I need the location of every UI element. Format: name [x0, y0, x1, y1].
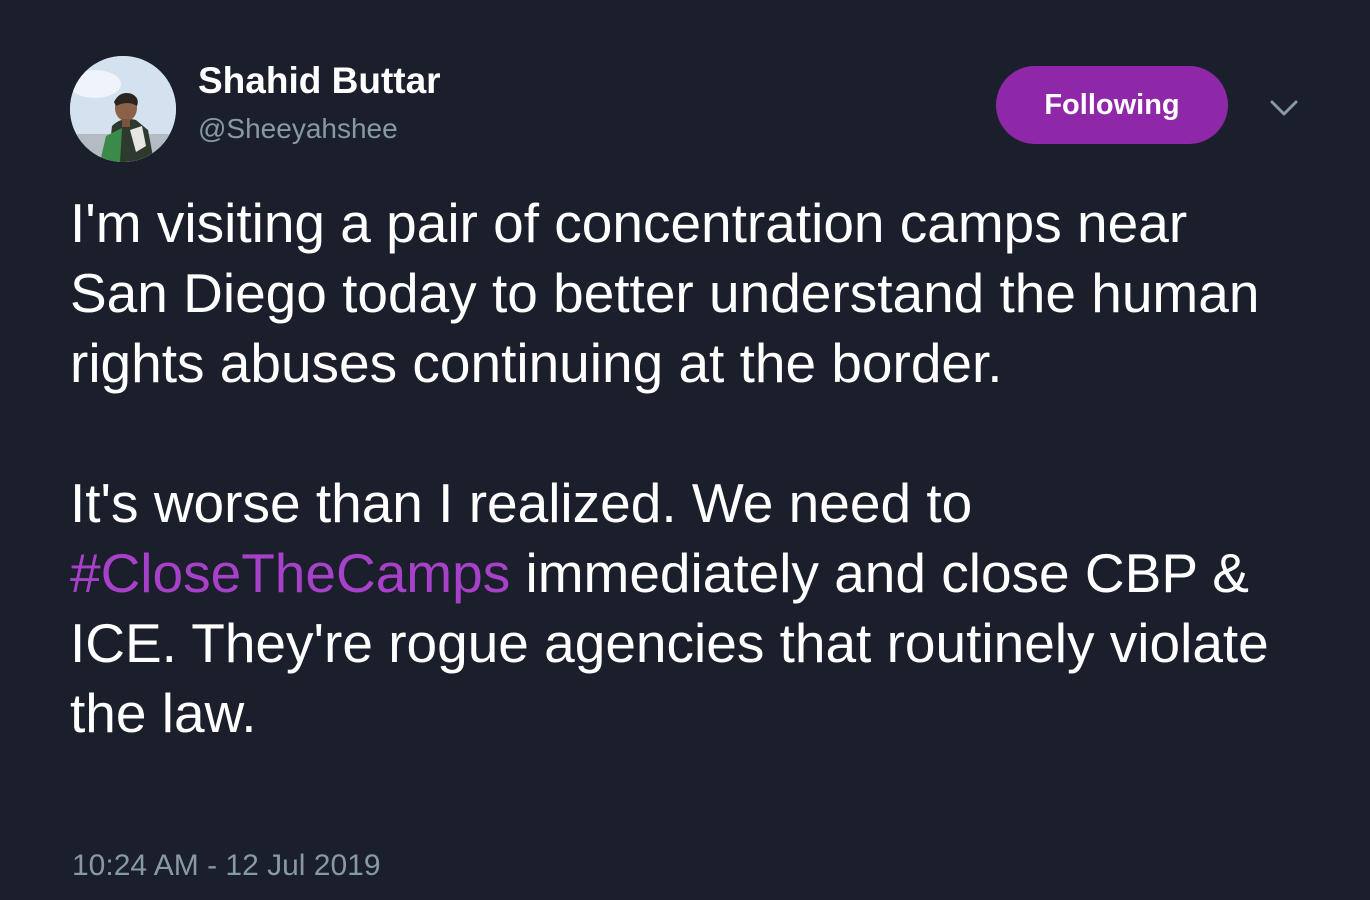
avatar[interactable]	[70, 56, 176, 162]
tweet-text-segment: It's worse than I realized. We need to	[70, 472, 973, 534]
tweet-card: Shahid Buttar @Sheeyahshee Following I'm…	[0, 0, 1370, 900]
chevron-down-icon[interactable]	[1268, 92, 1300, 124]
tweet-paragraph: I'm visiting a pair of concentration cam…	[70, 192, 1260, 394]
tweet-text: I'm visiting a pair of concentration cam…	[70, 188, 1300, 748]
author-handle[interactable]: @Sheeyahshee	[198, 113, 398, 145]
following-button[interactable]: Following	[996, 66, 1228, 144]
chevron-down-icon-glyph	[1270, 100, 1298, 116]
tweet-timestamp[interactable]: 10:24 AM - 12 Jul 2019	[72, 849, 381, 883]
hashtag-link[interactable]: #CloseTheCamps	[70, 542, 510, 604]
author-display-name[interactable]: Shahid Buttar	[198, 60, 441, 102]
avatar-photo	[70, 56, 176, 162]
tweet-paragraph: It's worse than I realized. We need to #…	[70, 468, 1300, 748]
